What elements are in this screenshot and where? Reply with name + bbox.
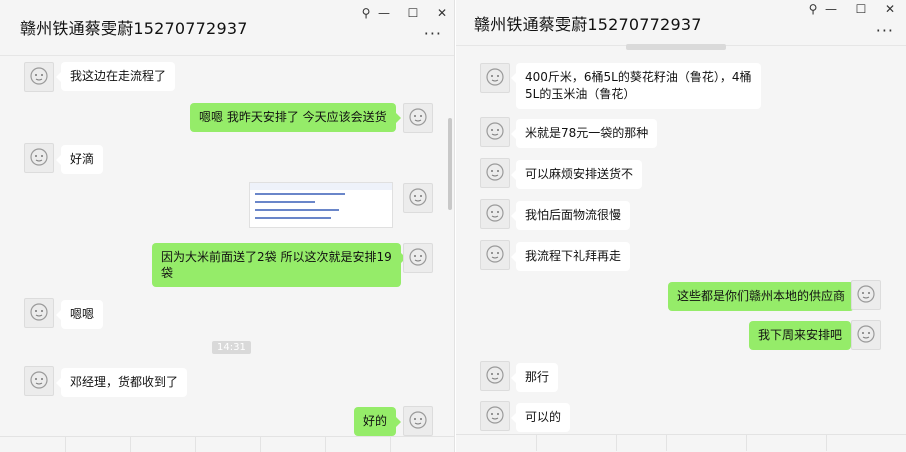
contact-avatar[interactable] [480, 199, 510, 229]
my-avatar[interactable] [403, 243, 433, 273]
message-line: 因为大米前面送了2袋 所以这次就是安排19 [161, 250, 392, 264]
contact-avatar[interactable] [480, 158, 510, 188]
contact-avatar[interactable] [480, 361, 510, 391]
contact-avatar[interactable] [480, 117, 510, 147]
image-message[interactable] [249, 182, 393, 228]
maximize-button[interactable]: ☐ [402, 4, 424, 22]
my-avatar[interactable] [403, 103, 433, 133]
minimize-button[interactable]: — [373, 4, 395, 22]
contact-avatar[interactable] [24, 366, 54, 396]
message-bubble[interactable]: 因为大米前面送了2袋 所以这次就是安排19 袋 [152, 243, 406, 287]
my-avatar[interactable] [403, 183, 433, 213]
message-bubble[interactable]: 这些都是你们赣州本地的供应商 [668, 282, 860, 311]
contact-avatar[interactable] [24, 143, 54, 173]
my-avatar[interactable] [851, 280, 881, 310]
minimize-button[interactable]: — [820, 0, 842, 18]
scrollbar-thumb[interactable] [448, 118, 452, 210]
message-line: 袋 [161, 266, 174, 280]
maximize-button[interactable]: ☐ [850, 0, 872, 18]
image-line [255, 201, 315, 203]
contact-avatar[interactable] [480, 240, 510, 270]
chat-title: 赣州铁通蔡雯蔚15270772937 [474, 15, 702, 34]
message-bubble[interactable]: 我流程下礼拜再走 [510, 242, 631, 271]
message-bubble[interactable]: 可以的 [510, 403, 571, 432]
message-bubble[interactable]: 嗯嗯 [55, 300, 104, 329]
image-header [250, 183, 392, 190]
message-bubble[interactable]: 那行 [510, 363, 559, 392]
chat-title: 赣州铁通蔡雯蔚15270772937 [20, 19, 248, 38]
message-bubble[interactable]: 米就是78元一袋的那种 [510, 119, 658, 148]
message-bubble[interactable]: 好的 [354, 407, 402, 436]
earlier-timestamp [626, 44, 726, 50]
my-avatar[interactable] [851, 320, 881, 350]
close-button[interactable]: ✕ [879, 0, 901, 18]
title-bar: 赣州铁通蔡雯蔚15270772937 ⚲ — ☐ ✕ ··· [0, 0, 454, 56]
contact-avatar[interactable] [480, 63, 510, 93]
more-options-button[interactable]: ··· [876, 21, 894, 40]
contact-avatar[interactable] [24, 298, 54, 328]
contact-avatar[interactable] [24, 62, 54, 92]
image-line [255, 217, 331, 219]
message-line: 400斤米，6桶5L的葵花籽油（鲁花），4桶 [525, 70, 752, 84]
image-line [255, 193, 345, 195]
input-toolbar [0, 436, 454, 452]
chat-window-left: 赣州铁通蔡雯蔚15270772937 ⚲ — ☐ ✕ ··· 我这边在走流程了 … [0, 0, 455, 452]
message-bubble[interactable]: 我这边在走流程了 [55, 62, 176, 91]
close-button[interactable]: ✕ [431, 4, 453, 22]
chat-window-right: 赣州铁通蔡雯蔚15270772937 ⚲ — ☐ ✕ ··· 400斤米，6桶5… [456, 0, 906, 452]
more-options-button[interactable]: ··· [424, 24, 442, 43]
message-bubble[interactable]: 我下周来安排吧 [749, 321, 857, 350]
message-bubble[interactable]: 好滴 [55, 145, 104, 174]
message-bubble[interactable]: 我怕后面物流很慢 [510, 201, 631, 230]
input-toolbar [456, 434, 906, 452]
image-line [255, 209, 339, 211]
my-avatar[interactable] [403, 406, 433, 436]
message-bubble[interactable]: 嗯嗯 我昨天安排了 今天应该会送货 [190, 103, 401, 132]
message-bubble[interactable]: 可以麻烦安排送货不 [510, 160, 643, 189]
message-bubble[interactable]: 400斤米，6桶5L的葵花籽油（鲁花），4桶 5L的玉米油（鲁花） [511, 63, 761, 109]
timestamp: 14:31 [212, 341, 251, 354]
message-bubble[interactable]: 邓经理，货都收到了 [55, 368, 188, 397]
message-line: 5L的玉米油（鲁花） [525, 87, 636, 101]
title-bar: 赣州铁通蔡雯蔚15270772937 ⚲ — ☐ ✕ ··· [456, 0, 906, 46]
contact-avatar[interactable] [480, 401, 510, 431]
